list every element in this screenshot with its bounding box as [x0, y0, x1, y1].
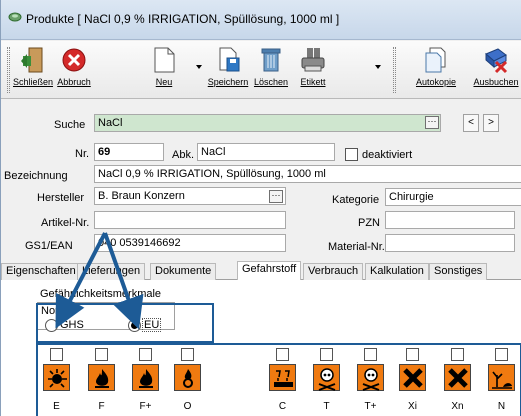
arrow-to-ghs [55, 232, 107, 329]
product-window: Produkte [ NaCl 0,9 % IRRIGATION, Spüllö… [0, 0, 521, 416]
arrow-to-eu [103, 232, 144, 330]
annotation-arrows [55, 232, 144, 330]
